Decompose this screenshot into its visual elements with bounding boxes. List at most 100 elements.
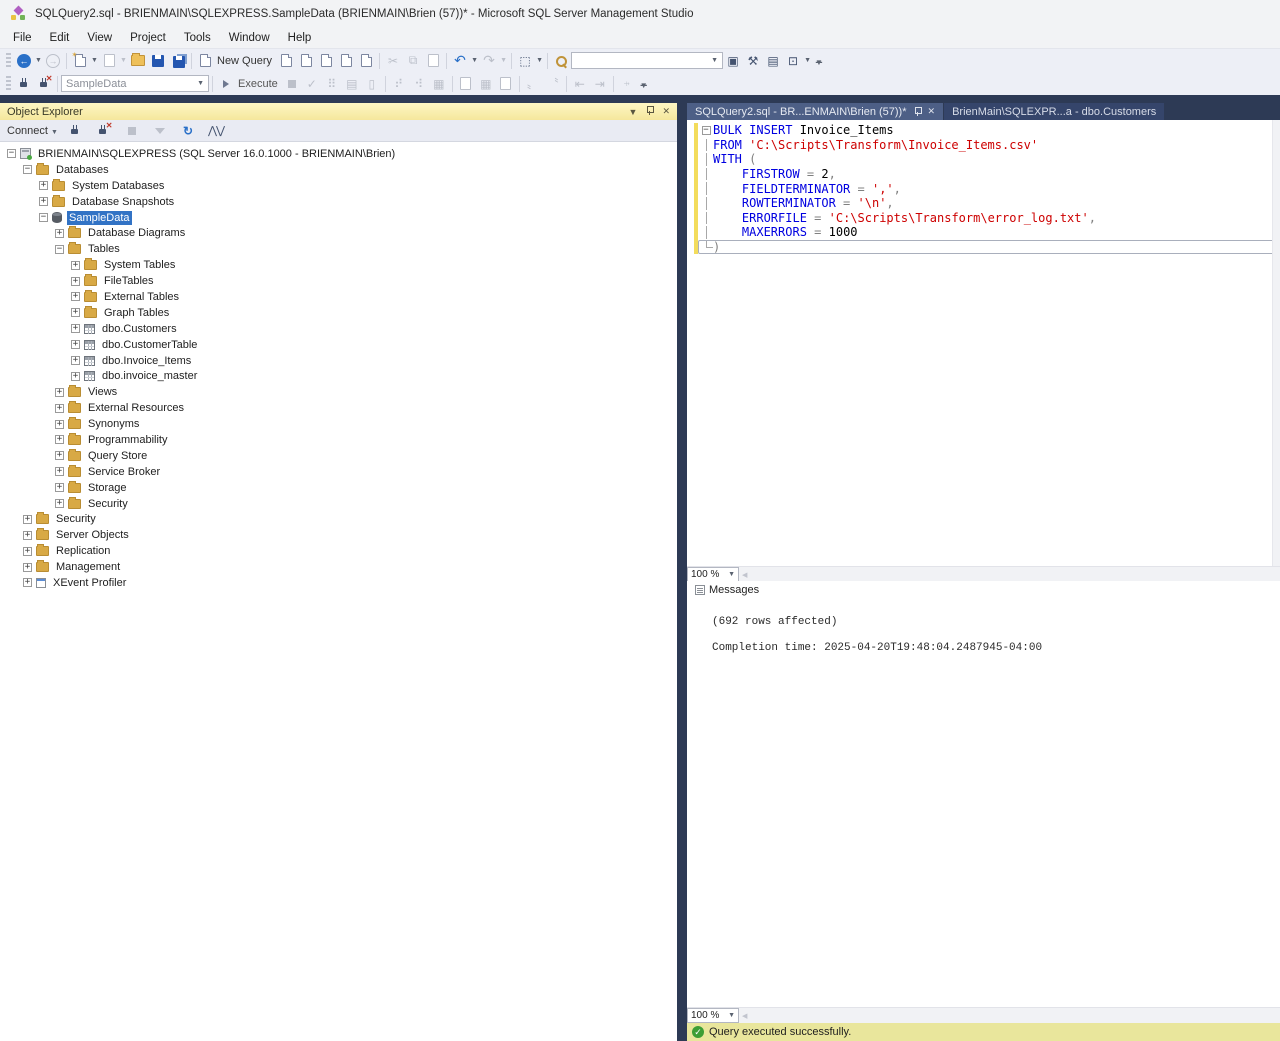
tree-item-dbo-invoice-items[interactable]: + dbo.Invoice_Items	[0, 353, 677, 369]
toolbox-icon[interactable]: ▤	[763, 51, 783, 71]
expand-icon[interactable]: +	[55, 419, 64, 429]
filter-icon[interactable]	[150, 121, 170, 141]
document-tab-sqlquery2-sql-br-enm[interactable]: SQLQuery2.sql - BR...ENMAIN\Brien (57))*…	[687, 103, 944, 120]
intellisense-icon[interactable]: ▯	[362, 74, 382, 94]
toolbar-grip-2[interactable]	[6, 76, 11, 91]
dax-query-icon[interactable]	[356, 51, 376, 71]
tree-item-views[interactable]: + Views	[0, 384, 677, 400]
auto-hide-pin-icon[interactable]	[646, 106, 655, 117]
new-query-icon[interactable]	[195, 51, 215, 71]
code-line-5[interactable]: FIELDTERMINATOR = ',',	[687, 181, 1280, 196]
tree-item-graph-tables[interactable]: + Graph Tables	[0, 305, 677, 321]
tree-item-security[interactable]: + Security	[0, 511, 677, 527]
new-query-button[interactable]: New Query	[217, 55, 272, 67]
menu-tools[interactable]: Tools	[175, 30, 220, 46]
redo-button[interactable]: ↷	[479, 51, 499, 71]
activity-monitor-icon[interactable]: ⋀⋁	[206, 121, 226, 141]
document-tab-brienmain-sqlexpr-a-[interactable]: BrienMain\SQLEXPR...a - dbo.Customers	[944, 103, 1165, 120]
results-to-grid-icon[interactable]: ▦	[476, 74, 496, 94]
execute-play-icon[interactable]	[216, 74, 236, 94]
tree-item-dbo-customers[interactable]: + dbo.Customers	[0, 321, 677, 337]
include-actual-plan-icon[interactable]: ⠞	[389, 74, 409, 94]
tree-item-xevent-profiler[interactable]: + XEvent Profiler	[0, 575, 677, 591]
tree-item-system-databases[interactable]: + System Databases	[0, 178, 677, 194]
expand-icon[interactable]: +	[71, 340, 80, 350]
expand-icon[interactable]: +	[55, 467, 64, 477]
results-to-text-icon[interactable]	[456, 74, 476, 94]
code-line-9[interactable]: )	[687, 239, 1280, 255]
tree-item-security[interactable]: + Security	[0, 496, 677, 512]
messages-tab[interactable]: Messages	[690, 582, 767, 599]
mdx-query-icon[interactable]	[296, 51, 316, 71]
code-line-6[interactable]: ROWTERMINATOR = '\n',	[687, 195, 1280, 211]
cut-icon[interactable]: ✂	[383, 51, 403, 71]
specify-values-icon[interactable]: ⍆	[617, 74, 637, 94]
menu-project[interactable]: Project	[121, 30, 175, 46]
uncomment-icon[interactable]: 〝	[543, 74, 563, 94]
outline-collapse-icon[interactable]: −	[699, 124, 713, 137]
expand-icon[interactable]: +	[55, 403, 64, 413]
undo-button[interactable]: ↶	[450, 51, 470, 71]
command-window-dropdown[interactable]: ▼	[803, 57, 812, 64]
new-project-dropdown[interactable]: ▼	[90, 57, 99, 64]
expand-icon[interactable]: +	[55, 499, 64, 509]
tree-item-query-store[interactable]: + Query Store	[0, 448, 677, 464]
expand-icon[interactable]: +	[39, 181, 48, 191]
tree-item-storage[interactable]: + Storage	[0, 480, 677, 496]
expand-icon[interactable]: +	[55, 228, 64, 238]
tree-item-filetables[interactable]: + FileTables	[0, 273, 677, 289]
display-estimated-plan-icon[interactable]: ⠿	[322, 74, 342, 94]
tree-item-dbo-invoice-master[interactable]: + dbo.invoice_master	[0, 368, 677, 384]
window-position-dropdown-icon[interactable]: ▼	[629, 107, 638, 117]
undo-dropdown[interactable]: ▼	[470, 57, 479, 64]
query-options-icon[interactable]: ▤	[342, 74, 362, 94]
decrease-indent-icon[interactable]: ⇤	[570, 74, 590, 94]
cancel-query-icon[interactable]	[282, 74, 302, 94]
tab-pin-icon[interactable]	[914, 107, 922, 116]
command-window-icon[interactable]: ⊡	[783, 51, 803, 71]
connect-button[interactable]: Connect ▼	[7, 125, 58, 137]
tree-item-database-diagrams[interactable]: + Database Diagrams	[0, 225, 677, 241]
expand-icon[interactable]: +	[23, 578, 32, 588]
menu-file[interactable]: File	[4, 30, 41, 46]
copy-icon[interactable]: ⧉	[403, 51, 423, 71]
expand-icon[interactable]: +	[71, 292, 80, 302]
expand-icon[interactable]: +	[71, 324, 80, 334]
tree-item-management[interactable]: + Management	[0, 559, 677, 575]
collapse-icon[interactable]: −	[7, 149, 16, 159]
increase-indent-icon[interactable]: ⇥	[590, 74, 610, 94]
tree-item-replication[interactable]: + Replication	[0, 543, 677, 559]
add-item-button[interactable]	[99, 51, 119, 71]
code-line-8[interactable]: MAXERRORS = 1000	[687, 225, 1280, 240]
connect-object-icon[interactable]	[66, 121, 86, 141]
save-button[interactable]	[148, 51, 168, 71]
tree-item-external-tables[interactable]: + External Tables	[0, 289, 677, 305]
connect-db-icon[interactable]	[14, 74, 34, 94]
menu-view[interactable]: View	[78, 30, 121, 46]
refresh-icon[interactable]: ↻	[178, 121, 198, 141]
menu-edit[interactable]: Edit	[41, 30, 79, 46]
properties-window-icon[interactable]: ▣	[723, 51, 743, 71]
messages-output[interactable]: (692 rows affected) Completion time: 2025…	[687, 599, 1280, 1007]
expand-icon[interactable]: +	[71, 371, 80, 381]
expand-icon[interactable]: +	[39, 197, 48, 207]
client-statistics-icon[interactable]: ▦	[429, 74, 449, 94]
expand-icon[interactable]: +	[71, 260, 80, 270]
expand-icon[interactable]: +	[55, 435, 64, 445]
messages-zoom-combo[interactable]: 100 % ▼	[687, 1008, 739, 1023]
toolbar2-overflow-button[interactable]: ▁ ▼	[637, 77, 651, 89]
collapse-icon[interactable]: −	[39, 213, 48, 222]
tree-item-system-tables[interactable]: + System Tables	[0, 257, 677, 273]
editor-horizontal-scrollbar[interactable]: ◀	[739, 567, 1280, 581]
collapse-icon[interactable]: −	[55, 244, 64, 254]
expand-icon[interactable]: +	[55, 387, 64, 397]
tree-item-database-snapshots[interactable]: + Database Snapshots	[0, 194, 677, 210]
navigate-forward-button[interactable]: →	[43, 51, 63, 71]
disconnect-db-icon[interactable]: ✕	[34, 74, 54, 94]
dmx-query-icon[interactable]	[316, 51, 336, 71]
disconnect-object-icon[interactable]: ✕	[94, 121, 114, 141]
code-line-3[interactable]: WITH (	[687, 152, 1280, 167]
stop-icon[interactable]	[122, 121, 142, 141]
close-panel-icon[interactable]: ✕	[662, 106, 670, 117]
navigate-back-dropdown[interactable]: ▼	[34, 57, 43, 64]
